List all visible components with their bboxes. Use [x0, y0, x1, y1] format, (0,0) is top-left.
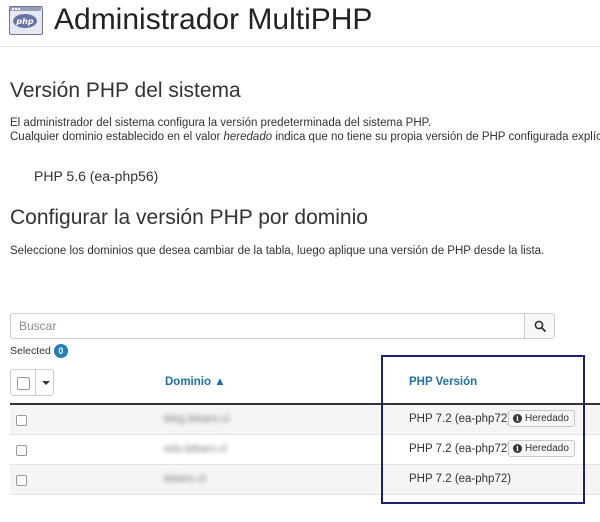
table-row: blog.lebaro.cl PHP 7.2 (ea-php72) i Here… — [10, 405, 600, 435]
row-php-version: PHP 7.2 (ea-php72) — [409, 413, 512, 425]
selected-label: Selected — [10, 345, 51, 357]
search-input[interactable] — [10, 313, 524, 339]
system-php-description: El administrador del sistema configura l… — [10, 117, 600, 143]
search-bar — [10, 313, 555, 339]
selected-count-badge: 0 — [53, 344, 68, 358]
row-php-version: PHP 7.2 (ea-php72) — [409, 473, 512, 485]
chevron-down-icon[interactable] — [42, 381, 50, 385]
php-icon: php — [8, 5, 44, 35]
table-row: edu.lebaro.cl PHP 7.2 (ea-php72) i Hered… — [10, 435, 600, 465]
page-header: php Administrador MultiPHP — [8, 3, 372, 37]
system-php-heading: Versión PHP del sistema — [10, 79, 241, 102]
system-php-version: PHP 5.6 (ea-php56) — [34, 168, 159, 184]
info-icon: i — [513, 444, 522, 453]
search-button[interactable] — [524, 313, 555, 339]
search-icon — [534, 320, 546, 332]
selected-count: Selected 0 — [10, 344, 68, 358]
per-domain-description: Seleccione los dominios que desea cambia… — [10, 245, 545, 257]
inherited-badge: i Heredado — [508, 440, 575, 457]
select-all-checkbox[interactable] — [17, 377, 30, 390]
page: php Administrador MultiPHP Versión PHP d… — [0, 0, 600, 522]
column-header-php-version[interactable]: PHP Versión — [409, 376, 477, 388]
row-domain: edu.lebaro.cl — [164, 443, 227, 455]
bulk-select-control[interactable] — [10, 369, 54, 396]
row-checkbox[interactable] — [16, 415, 27, 426]
per-domain-heading: Configurar la versión PHP por dominio — [10, 206, 368, 229]
row-domain: blog.lebaro.cl — [164, 413, 230, 425]
table-header: Dominio ▲ PHP Versión — [0, 364, 600, 404]
row-php-version: PHP 7.2 (ea-php72) — [409, 443, 512, 455]
header-divider — [0, 46, 600, 47]
page-title: Administrador MultiPHP — [54, 3, 373, 36]
row-domain: lebaro.cl — [164, 473, 206, 485]
row-checkbox[interactable] — [16, 445, 27, 456]
column-header-domain[interactable]: Dominio ▲ — [165, 376, 226, 388]
info-icon: i — [513, 414, 522, 423]
table-row: lebaro.cl PHP 7.2 (ea-php72) — [10, 465, 600, 495]
row-checkbox[interactable] — [16, 475, 27, 486]
inherited-badge: i Heredado — [508, 410, 575, 427]
